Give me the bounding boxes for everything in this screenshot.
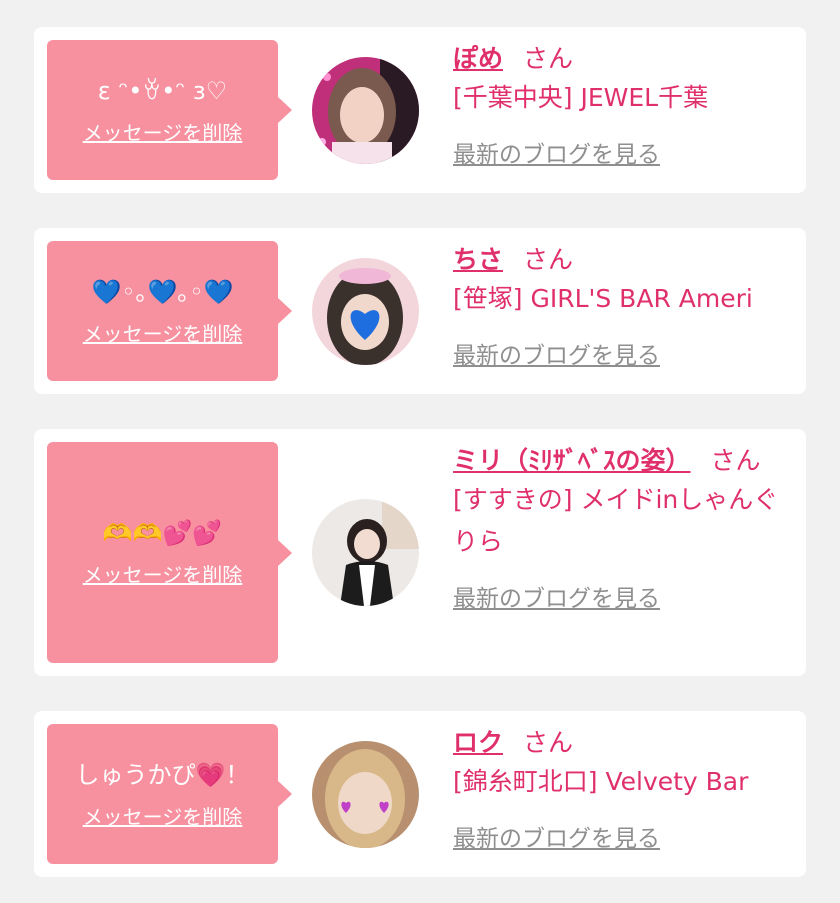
delete-message-link[interactable]: メッセージを削除 <box>83 318 243 347</box>
honorific: さん <box>523 245 574 274</box>
message-card: 💙◦｡💙｡◦💙 メッセージを削除 ちさ さん [笹塚] GIRL'S BAR Am… <box>34 228 806 394</box>
latest-blog-link[interactable]: 最新のブログを見る <box>453 135 660 169</box>
shop-name: [すすきの] メイドinしゃんぐりら <box>453 485 779 556</box>
latest-blog-link[interactable]: 最新のブログを見る <box>453 819 660 853</box>
sender-name-link[interactable]: ミリ（ﾐﾘｻﾞﾍﾞｽの姿） <box>453 446 691 475</box>
message-text: ε ᵔ•ꈊ•ᵔ ɜ♡ <box>97 76 228 105</box>
avatar[interactable] <box>312 741 419 848</box>
message-bubble: 🫶🫶💕💕 メッセージを削除 <box>47 442 292 663</box>
shop-name: [千葉中央] JEWEL千葉 <box>453 83 709 112</box>
delete-message-link[interactable]: メッセージを削除 <box>83 117 243 146</box>
message-text: 🫶🫶💕💕 <box>102 519 223 547</box>
sender-name-link[interactable]: ロク <box>453 728 503 757</box>
message-card: しゅうかぴ💗！ メッセージを削除 ロク さん [錦糸町北口] Velvety Ba… <box>34 711 806 877</box>
delete-message-link[interactable]: メッセージを削除 <box>83 559 243 588</box>
shop-name: [笹塚] GIRL'S BAR Ameri <box>453 284 753 313</box>
latest-blog-link[interactable]: 最新のブログを見る <box>453 336 660 370</box>
message-bubble: しゅうかぴ💗！ メッセージを削除 <box>47 724 292 864</box>
message-bubble: ε ᵔ•ꈊ•ᵔ ɜ♡ メッセージを削除 <box>47 40 292 180</box>
honorific: さん <box>710 446 761 475</box>
message-card: ε ᵔ•ꈊ•ᵔ ɜ♡ メッセージを削除 ぽめ さん [千葉中央] JEWEL千葉 … <box>34 27 806 193</box>
shop-name: [錦糸町北口] Velvety Bar <box>453 767 749 796</box>
honorific: さん <box>523 44 574 73</box>
avatar[interactable] <box>312 499 419 606</box>
sender-name-link[interactable]: ちさ <box>453 245 503 274</box>
honorific: さん <box>523 728 574 757</box>
message-text: しゅうかぴ💗！ <box>75 760 250 789</box>
sender-info: ミリ（ﾐﾘｻﾞﾍﾞｽの姿） さん [すすきの] メイドinしゃんぐりら 最新のブロ… <box>453 443 793 613</box>
sender-info: ちさ さん [笹塚] GIRL'S BAR Ameri 最新のブログを見る <box>453 242 793 370</box>
sender-name-link[interactable]: ぽめ <box>453 44 503 73</box>
message-list: ε ᵔ•ꈊ•ᵔ ɜ♡ メッセージを削除 ぽめ さん [千葉中央] JEWEL千葉 … <box>0 0 840 903</box>
message-bubble: 💙◦｡💙｡◦💙 メッセージを削除 <box>47 241 292 381</box>
sender-info: ぽめ さん [千葉中央] JEWEL千葉 最新のブログを見る <box>453 41 793 169</box>
delete-message-link[interactable]: メッセージを削除 <box>83 801 243 830</box>
message-text: 💙◦｡💙｡◦💙 <box>91 277 234 306</box>
sender-info: ロク さん [錦糸町北口] Velvety Bar 最新のブログを見る <box>453 725 793 853</box>
avatar[interactable] <box>312 258 419 365</box>
latest-blog-link[interactable]: 最新のブログを見る <box>453 579 660 613</box>
avatar[interactable] <box>312 57 419 164</box>
message-card: 🫶🫶💕💕 メッセージを削除 ミリ（ﾐﾘｻﾞﾍﾞｽの姿） さん [すすきの] メイド… <box>34 429 806 676</box>
